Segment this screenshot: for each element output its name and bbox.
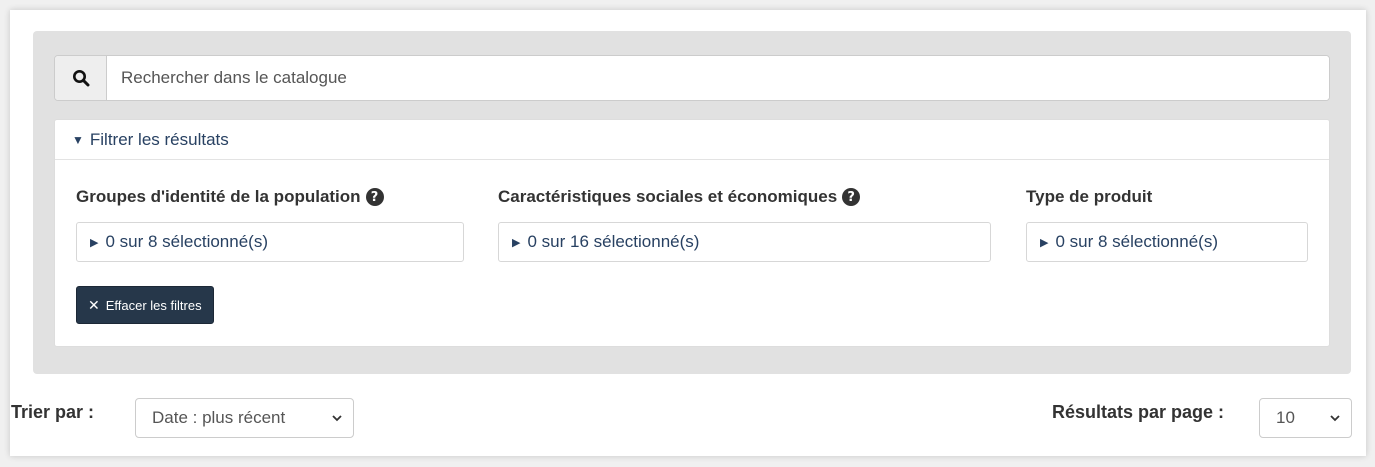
facet-selector-product-type[interactable]: ▶ 0 sur 8 sélectionné(s): [1026, 222, 1308, 262]
facet-product-type: Type de produit ▶ 0 sur 8 sélectionné(s): [1026, 184, 1308, 262]
results-per-page-select[interactable]: 10: [1259, 398, 1352, 438]
facet-social-economic: Caractéristiques sociales et économiques…: [498, 184, 991, 262]
page: ▼ Filtrer les résultats Groupes d'identi…: [10, 10, 1366, 456]
filter-results-toggle[interactable]: ▼ Filtrer les résultats: [55, 120, 1329, 160]
facet-selector-population-groups[interactable]: ▶ 0 sur 8 sélectionné(s): [76, 222, 464, 262]
question-circle-icon[interactable]: ?: [842, 188, 861, 206]
sort-controls: Trier par : Date : plus récent Résultats…: [10, 394, 1366, 444]
clear-filters-button[interactable]: ✕ Effacer les filtres: [76, 286, 214, 324]
chevron-down-icon: [332, 415, 342, 422]
clear-filters-label: Effacer les filtres: [105, 297, 202, 313]
close-icon: ✕: [88, 296, 100, 313]
results-per-page-label: Résultats par page :: [1052, 402, 1225, 422]
sort-label: Trier par :: [11, 402, 95, 422]
facet-title: Type de produit: [1026, 184, 1308, 210]
facet-population-groups: Groupes d'identité de la population ? ▶ …: [76, 184, 464, 262]
filter-results-label: Filtrer les résultats: [89, 129, 229, 149]
triangle-right-icon: ▶: [512, 236, 521, 249]
question-circle-icon[interactable]: ?: [365, 188, 384, 206]
triangle-right-icon: ▶: [90, 236, 99, 249]
facet-selection-count: 0 sur 16 sélectionné(s): [527, 232, 700, 251]
filter-panel: ▼ Filtrer les résultats Groupes d'identi…: [54, 119, 1330, 347]
chevron-down-icon: [1330, 415, 1340, 422]
facet-selection-count: 0 sur 8 sélectionné(s): [1055, 232, 1218, 251]
facet-title-text: Caractéristiques sociales et économiques: [498, 187, 838, 206]
triangle-right-icon: ▶: [1040, 236, 1049, 249]
search-input[interactable]: [107, 56, 1329, 100]
facet-selector-social-economic[interactable]: ▶ 0 sur 16 sélectionné(s): [498, 222, 991, 262]
facet-selection-count: 0 sur 8 sélectionné(s): [105, 232, 268, 251]
facet-title-text: Type de produit: [1026, 187, 1153, 206]
facet-title: Caractéristiques sociales et économiques…: [498, 184, 991, 210]
triangle-down-icon: ▼: [72, 132, 84, 147]
search-bar: [54, 55, 1330, 101]
search-filter-well: ▼ Filtrer les résultats Groupes d'identi…: [33, 31, 1351, 374]
facet-title: Groupes d'identité de la population ?: [76, 184, 464, 210]
per-page-selected-value: 10: [1276, 408, 1295, 427]
facet-title-text: Groupes d'identité de la population: [76, 187, 361, 206]
sort-selected-value: Date : plus récent: [152, 408, 286, 427]
sort-select[interactable]: Date : plus récent: [135, 398, 354, 438]
search-icon[interactable]: [55, 56, 107, 100]
